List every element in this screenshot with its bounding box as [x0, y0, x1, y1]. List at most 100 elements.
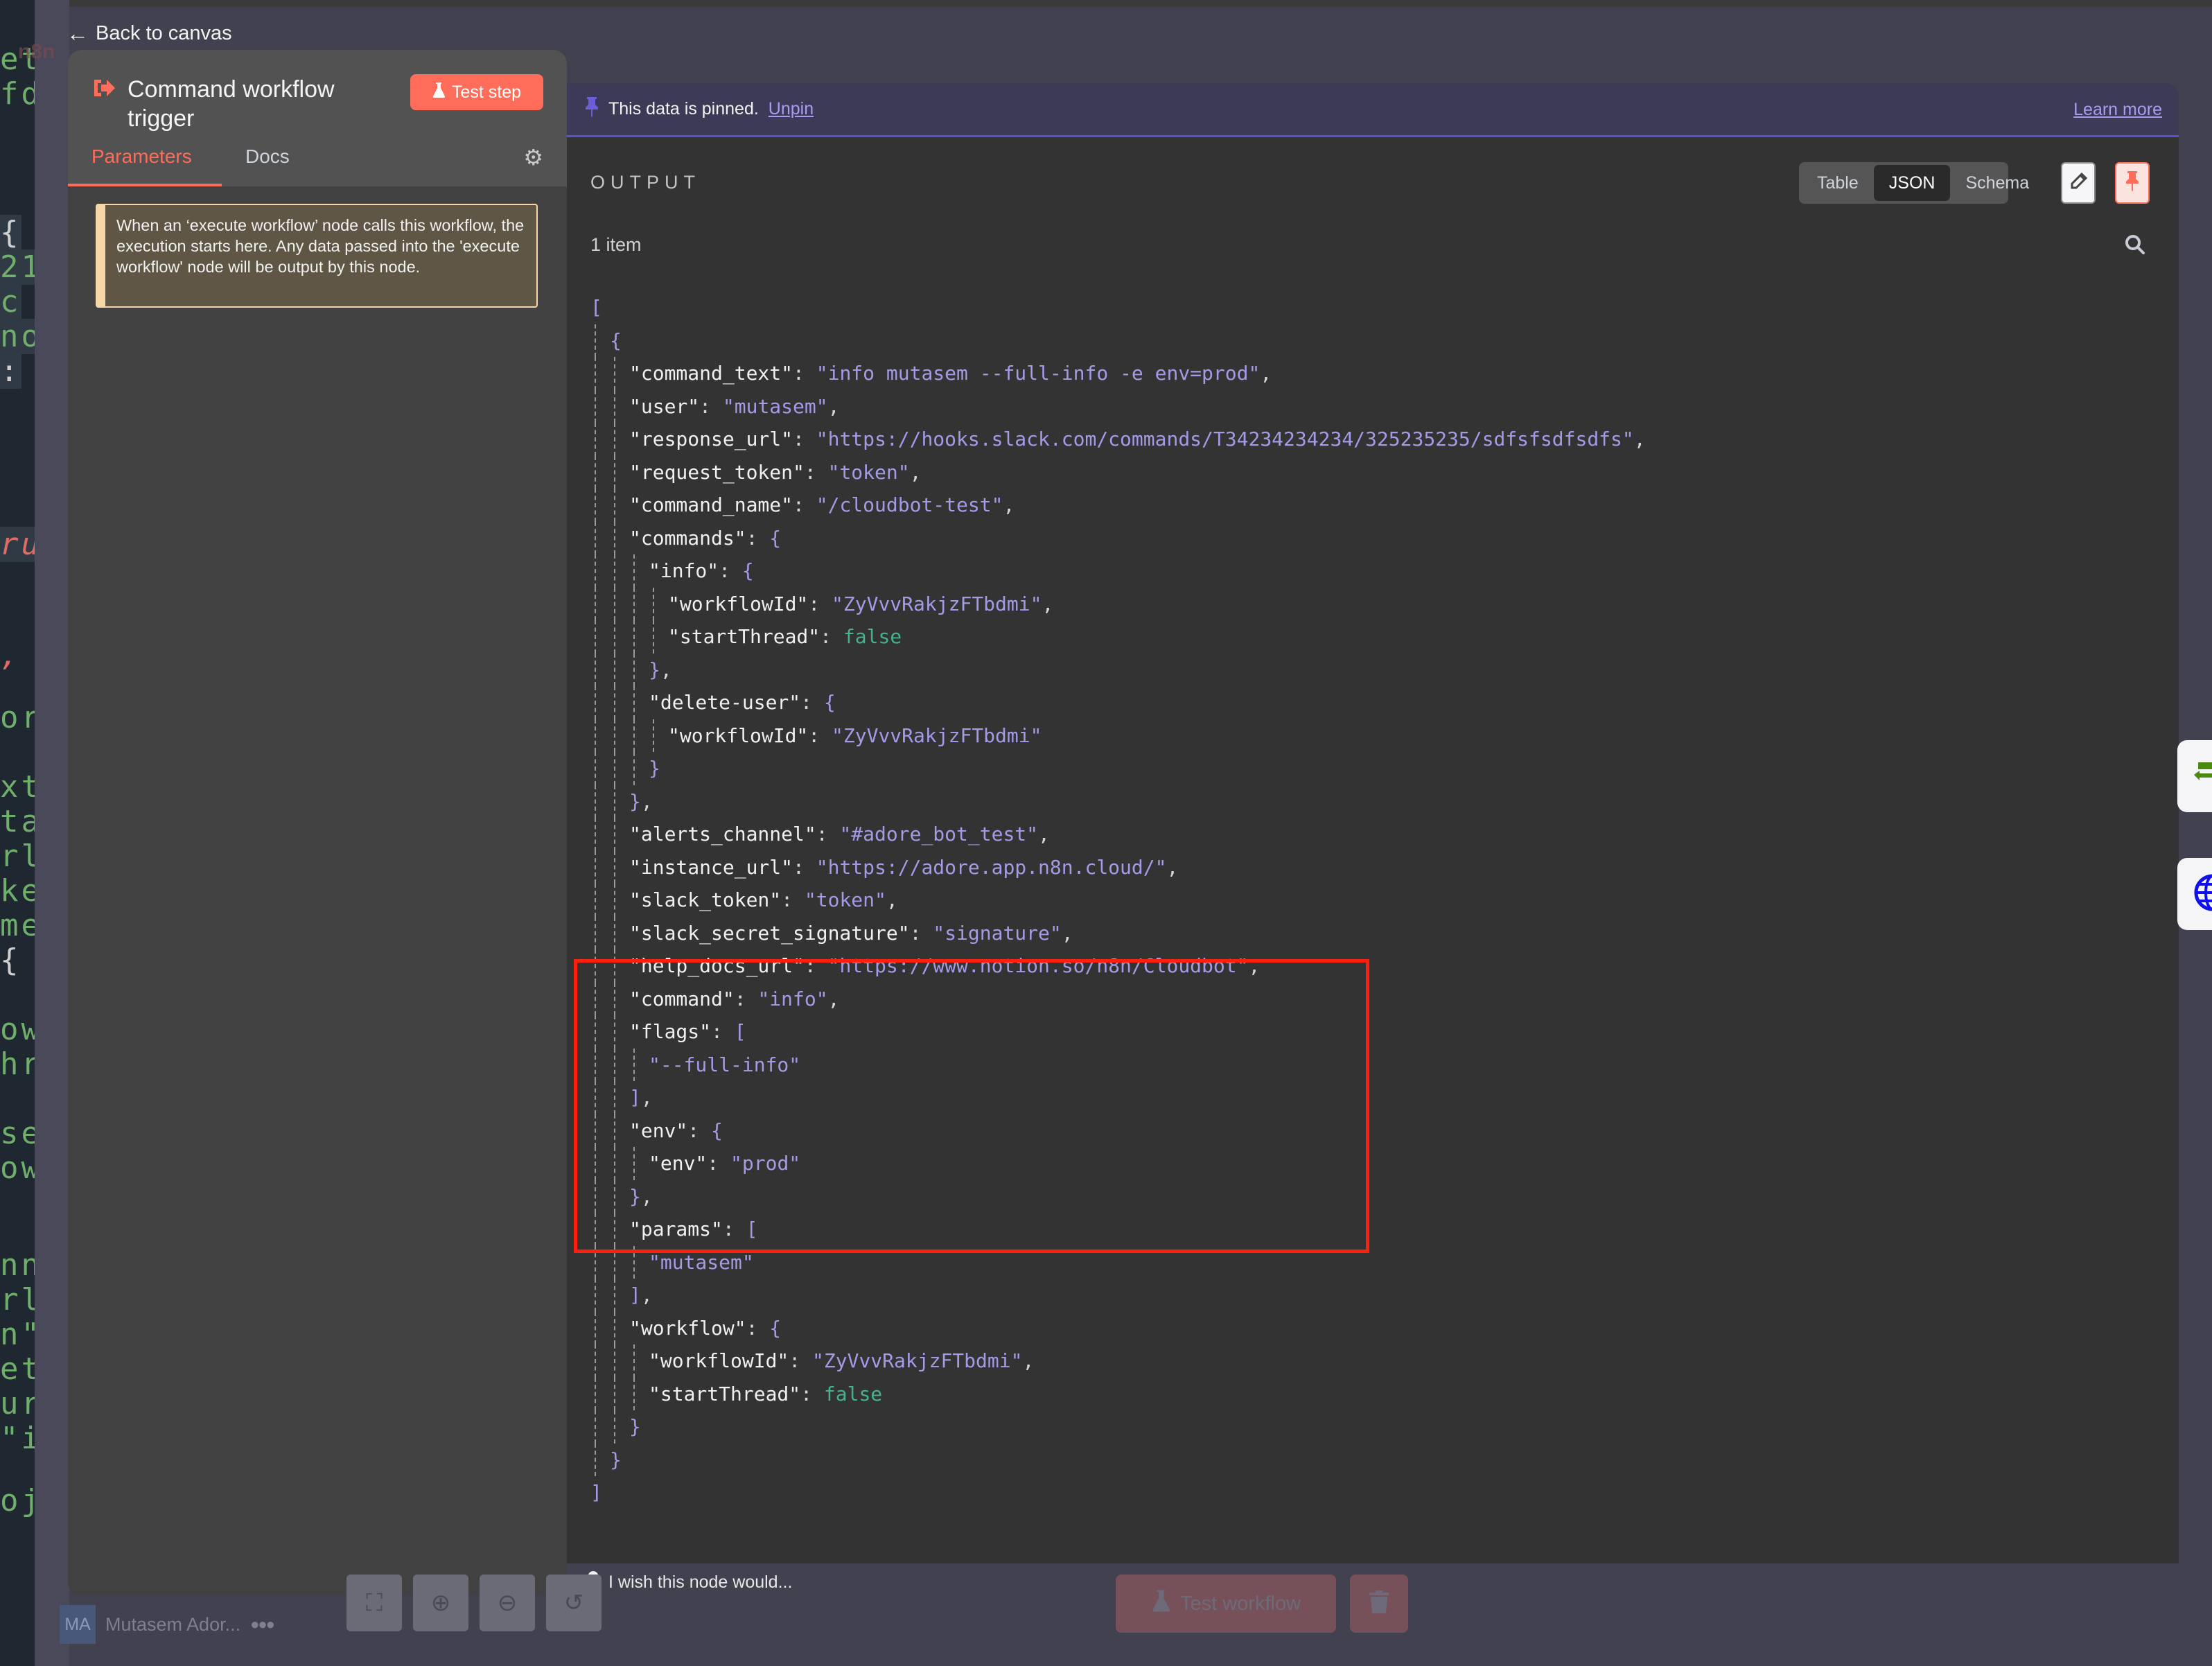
code-line: ow — [0, 1150, 35, 1186]
code-line: hr — [0, 1046, 35, 1082]
tab-docs[interactable]: Docs — [245, 143, 290, 184]
json-key[interactable]: "env" — [629, 1119, 687, 1142]
reset-zoom-button[interactable]: ↺ — [546, 1575, 602, 1631]
learn-more-link[interactable]: Learn more — [2073, 100, 2162, 120]
json-key[interactable]: "workflowId" — [668, 593, 808, 615]
json-punctuation: : — [707, 1152, 731, 1175]
json-string-value[interactable]: "ZyVvvRakjzFTbdmi" — [832, 593, 1042, 615]
json-string-value[interactable]: "info mutasem --full-info -e env=prod" — [816, 362, 1261, 385]
side-node-split[interactable] — [2177, 740, 2212, 812]
json-key[interactable]: "workflow" — [629, 1317, 746, 1340]
json-string-value[interactable]: "info" — [757, 988, 827, 1010]
json-key[interactable]: "user" — [629, 395, 699, 418]
json-key[interactable]: "commands" — [629, 527, 746, 550]
zoom-out-button[interactable]: ⊖ — [480, 1575, 535, 1631]
json-punctuation: , — [1248, 954, 1261, 977]
indent-guide — [595, 784, 596, 818]
code-line: c — [0, 284, 21, 319]
code-line: ke — [0, 873, 35, 909]
json-line: "flags": [ — [629, 1015, 746, 1049]
json-key[interactable]: "instance_url" — [629, 856, 793, 879]
json-key[interactable]: "startThread" — [649, 1383, 800, 1405]
indent-guide — [595, 752, 596, 785]
json-line: "command_name": "/cloudbot-test", — [629, 489, 1015, 522]
code-line: : — [0, 353, 21, 389]
zoom-to-fit-button[interactable]: ⛶ — [346, 1575, 402, 1631]
side-node-http[interactable] — [2177, 858, 2212, 930]
test-workflow-button[interactable]: Test workflow — [1116, 1575, 1336, 1633]
indent-guide — [614, 620, 615, 654]
json-key[interactable]: "startThread" — [668, 625, 820, 648]
json-string-value[interactable]: "ZyVvvRakjzFTbdmi" — [832, 724, 1042, 747]
back-to-canvas-link[interactable]: ← Back to canvas — [67, 21, 232, 46]
json-string-value[interactable]: "signature" — [933, 922, 1061, 945]
json-line: "mutasem" — [649, 1246, 754, 1279]
canvas-top-border — [35, 0, 2212, 7]
indent-guide — [614, 653, 615, 686]
code-line: 21 — [0, 249, 35, 285]
json-string-value[interactable]: "mutasem" — [649, 1251, 754, 1274]
code-line: xt — [0, 769, 35, 805]
indent-guide — [653, 620, 654, 654]
json-key[interactable]: "params" — [629, 1218, 723, 1240]
json-key[interactable]: "slack_token" — [629, 888, 781, 911]
pin-data-button[interactable] — [2115, 162, 2150, 204]
json-punctuation: , — [827, 394, 840, 418]
zoom-in-button[interactable]: ⊕ — [413, 1575, 468, 1631]
search-icon[interactable] — [2125, 234, 2145, 258]
json-punctuation: , — [640, 1086, 653, 1109]
more-options-icon[interactable]: ●●● — [250, 1615, 275, 1633]
json-key[interactable]: "env" — [649, 1152, 707, 1175]
test-step-button[interactable]: Test step — [410, 74, 543, 110]
pencil-icon — [2069, 172, 2088, 195]
json-boolean-value[interactable]: false — [843, 625, 902, 648]
json-key[interactable]: "slack_secret_signature" — [629, 922, 910, 945]
json-boolean-value[interactable]: false — [824, 1383, 882, 1405]
indent-guide — [614, 521, 615, 554]
json-punctuation: } — [629, 789, 641, 813]
json-key[interactable]: "flags" — [629, 1020, 711, 1043]
json-key[interactable]: "workflowId" — [649, 1349, 789, 1372]
json-line: "params": [ — [629, 1213, 757, 1246]
json-punctuation: : — [719, 559, 742, 582]
json-string-value[interactable]: "ZyVvvRakjzFTbdmi" — [812, 1349, 1022, 1372]
json-string-value[interactable]: "https://adore.app.n8n.cloud/" — [816, 856, 1167, 879]
json-key[interactable]: "help_docs_url" — [629, 954, 805, 977]
json-key[interactable]: "command_name" — [629, 493, 793, 516]
json-key[interactable]: "alerts_channel" — [629, 823, 816, 845]
json-key[interactable]: "command" — [629, 988, 735, 1010]
gear-icon[interactable]: ⚙ — [523, 144, 543, 170]
json-key[interactable]: "delete-user" — [649, 691, 800, 714]
json-string-value[interactable]: "token" — [828, 461, 910, 484]
unpin-link[interactable]: Unpin — [769, 99, 814, 119]
json-string-value[interactable]: "https://www.notion.so/n8n/Cloudbot" — [828, 954, 1249, 977]
json-string-value[interactable]: "#adore_bot_test" — [839, 823, 1038, 845]
feedback-link[interactable]: I wish this node would... — [586, 1570, 792, 1595]
json-key[interactable]: "request_token" — [629, 461, 805, 484]
json-string-value[interactable]: "prod" — [730, 1152, 800, 1175]
json-string-value[interactable]: "--full-info" — [649, 1053, 800, 1076]
json-key[interactable]: "info" — [649, 559, 719, 582]
json-key[interactable]: "response_url" — [629, 428, 793, 450]
edit-output-button[interactable] — [2061, 162, 2096, 204]
json-key[interactable]: "workflowId" — [668, 724, 808, 747]
indent-guide — [595, 1147, 596, 1180]
display-mode-toggle: Table JSON Schema — [1799, 162, 2029, 204]
json-punctuation: [ — [746, 1218, 758, 1240]
delete-button[interactable] — [1350, 1575, 1408, 1633]
sign-in-icon — [91, 76, 116, 105]
json-key[interactable]: "command_text" — [629, 362, 793, 385]
view-json-option[interactable]: JSON — [1873, 165, 1951, 201]
json-string-value[interactable]: "token" — [805, 888, 886, 911]
json-string-value[interactable]: "/cloudbot-test" — [816, 493, 1003, 516]
json-string-value[interactable]: "https://hooks.slack.com/commands/T34234… — [816, 428, 1634, 450]
json-punctuation: : — [781, 888, 805, 911]
json-string-value[interactable]: "mutasem" — [723, 395, 828, 418]
indent-guide — [614, 884, 615, 917]
view-schema-option[interactable]: Schema — [1950, 165, 2044, 201]
node-panel-tabs: Parameters Docs ⚙ — [68, 143, 567, 186]
indent-guide — [614, 1048, 615, 1081]
view-table-option[interactable]: Table — [1802, 165, 1874, 201]
tab-parameters[interactable]: Parameters — [91, 143, 192, 184]
user-menu[interactable]: MA Mutasem Ador... ●●● — [60, 1605, 275, 1644]
